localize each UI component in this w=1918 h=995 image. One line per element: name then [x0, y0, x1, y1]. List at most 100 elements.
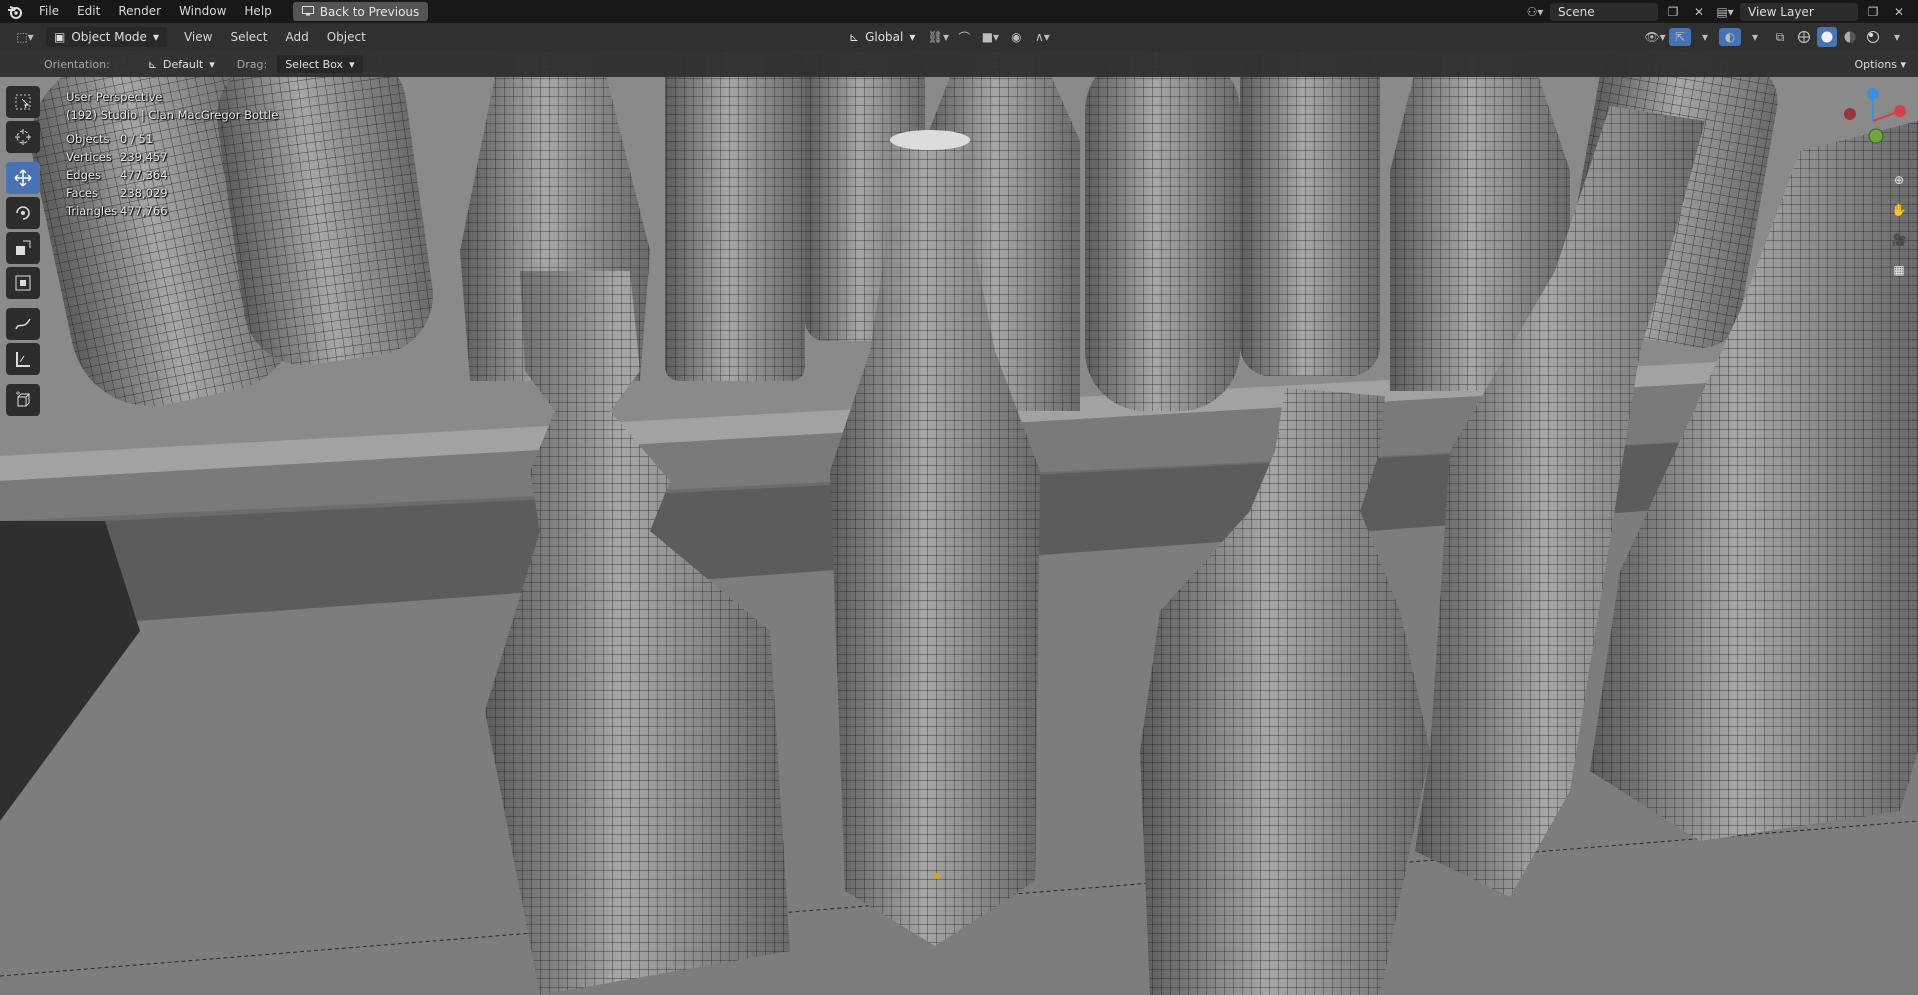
navigation-controls: ⊕ ✋ 🎥 ▦	[1888, 169, 1910, 281]
stat-value: 477,766	[120, 204, 168, 218]
rendered-shading-icon[interactable]	[1863, 27, 1883, 47]
material-shading-icon[interactable]	[1840, 27, 1860, 47]
options-label: Options	[1854, 57, 1897, 71]
stat-value: 477,364	[120, 168, 168, 182]
falloff-curve-icon[interactable]: ∧▾	[1031, 28, 1053, 46]
viewport-display-controls: 👁▾ ⇱ ▾ ◐ ▾ ⧉ ▾	[1644, 26, 1908, 48]
mode-dropdown[interactable]: ▣ Object Mode ▾	[46, 27, 167, 47]
scene-statistics: Objects 0 / 51 Vertices 239,457 Edges 477,3…	[66, 130, 278, 220]
tool-settings-bar: Orientation: ⊾ Default ▾ Drag: Select Bo…	[0, 51, 1918, 77]
drag-value: Select Box	[285, 57, 344, 71]
pivot-point-icon[interactable]: ⛓▾	[927, 28, 949, 46]
copy-scene-icon[interactable]: ❐	[1662, 3, 1684, 21]
stat-row-edges: Edges 477,364	[66, 166, 278, 184]
stat-value: 238,029	[120, 186, 168, 200]
menu-file[interactable]: File	[30, 0, 68, 23]
snap-target-icon[interactable]: ■▾	[979, 28, 1001, 46]
view-layer-selector-icon[interactable]: ▤▾	[1714, 3, 1736, 21]
overlays-options-icon[interactable]: ▾	[1744, 28, 1766, 46]
scene-name: Scene	[1558, 4, 1595, 19]
navigation-gizmo[interactable]	[1838, 86, 1908, 156]
overlays-toggle-icon[interactable]: ◐	[1719, 28, 1741, 46]
wireframe-shading-icon[interactable]	[1794, 27, 1814, 47]
orientation-value: Default	[163, 57, 204, 71]
xray-toggle-icon[interactable]: ⧉	[1769, 28, 1791, 46]
menu-object[interactable]: Object	[318, 30, 375, 44]
orientation-label: Orientation:	[44, 57, 110, 71]
stat-label: Faces	[66, 186, 98, 200]
pan-hand-icon[interactable]: ✋	[1888, 199, 1910, 221]
menu-edit[interactable]: Edit	[68, 0, 109, 23]
cursor-tool-icon[interactable]	[6, 121, 40, 153]
select-box-tool-icon[interactable]	[6, 86, 40, 118]
remove-scene-icon[interactable]: ✕	[1688, 3, 1710, 21]
stat-label: Objects	[66, 132, 110, 146]
menu-help[interactable]: Help	[235, 0, 280, 23]
menu-select[interactable]: Select	[221, 30, 276, 44]
scale-tool-icon[interactable]	[6, 232, 40, 264]
drag-dropdown[interactable]: Select Box ▾	[277, 55, 363, 73]
visibility-icon[interactable]: 👁▾	[1644, 28, 1666, 46]
stat-value: 239,457	[120, 150, 168, 164]
chevron-down-icon: ▾	[909, 30, 916, 44]
orientation-dropdown[interactable]: ⊾ Default ▾	[140, 55, 223, 73]
view-layer-field[interactable]: View Layer	[1740, 2, 1858, 21]
stat-label: Triangles	[66, 204, 118, 218]
stat-row-triangles: Triangles 477,766	[66, 202, 278, 220]
view-name: User Perspective	[66, 90, 163, 104]
editor-type-icon[interactable]: ⬚▾	[10, 28, 40, 46]
ortho-toggle-icon[interactable]: ▦	[1888, 259, 1910, 281]
remove-view-layer-icon[interactable]: ✕	[1888, 3, 1910, 21]
gizmo-toggle-icon[interactable]: ⇱	[1669, 28, 1691, 46]
menu-render[interactable]: Render	[109, 0, 170, 23]
menu-view[interactable]: View	[175, 30, 221, 44]
chevron-down-icon: ▾	[152, 30, 159, 44]
back-to-previous-label: Back to Previous	[319, 4, 420, 19]
orientation-label: Global	[865, 30, 904, 44]
object-info: (192) Studio | Clan MacGregor Bottle	[66, 108, 279, 122]
zoom-icon[interactable]: ⊕	[1888, 169, 1910, 191]
transform-controls: ⊾ Global ▾ ⛓▾ ⌒ ■▾ ◉ ∧▾	[835, 26, 1053, 48]
drag-label: Drag:	[236, 57, 268, 71]
gizmo-options-icon[interactable]: ▾	[1694, 28, 1716, 46]
solid-shading-icon[interactable]	[1817, 27, 1837, 47]
stat-label: Vertices	[66, 150, 112, 164]
move-tool-icon[interactable]	[6, 162, 40, 194]
screen-icon	[301, 5, 314, 19]
workspace-right-controls: ⚇▾ Scene ❐ ✕ ▤▾ View Layer ❐ ✕	[1524, 0, 1918, 23]
scene-selector-icon[interactable]: ⚇▾	[1524, 3, 1546, 21]
3d-viewport[interactable]: User Perspective (192) Studio | Clan Mac…	[0, 51, 1918, 995]
stat-label: Edges	[66, 168, 101, 182]
measure-tool-icon[interactable]	[6, 343, 40, 375]
stat-value: 0 / 51	[120, 132, 154, 146]
transform-tool-icon[interactable]	[6, 267, 40, 299]
top-menubar: File Edit Render Window Help Back to Pre…	[0, 0, 1918, 23]
transform-orientation-dropdown[interactable]: ⊾ Global ▾	[841, 27, 923, 47]
stat-row-vertices: Vertices 239,457	[66, 148, 278, 166]
snap-magnet-icon[interactable]: ⌒	[953, 28, 975, 46]
left-toolbar	[6, 86, 48, 416]
proportional-editing-icon[interactable]: ◉	[1005, 28, 1027, 46]
viewport-info-overlay: User Perspective (192) Studio | Clan Mac…	[66, 88, 278, 220]
scene-name-field[interactable]: Scene	[1550, 2, 1658, 21]
add-cube-tool-icon[interactable]	[6, 384, 40, 416]
options-dropdown[interactable]: Options ▾	[1849, 54, 1912, 74]
rotate-tool-icon[interactable]	[6, 197, 40, 229]
menu-add[interactable]: Add	[276, 30, 317, 44]
copy-view-layer-icon[interactable]: ❐	[1862, 3, 1884, 21]
menu-window[interactable]: Window	[170, 0, 235, 23]
orientation-axes-icon: ⊾	[849, 30, 860, 44]
blender-logo-icon[interactable]	[0, 0, 30, 23]
viewport-scene[interactable]	[0, 51, 1918, 995]
stat-row-faces: Faces 238,029	[66, 184, 278, 202]
chevron-down-icon: ▾	[209, 57, 215, 71]
camera-view-icon[interactable]: 🎥	[1888, 229, 1910, 251]
origin-point	[934, 873, 940, 879]
back-to-previous-button[interactable]: Back to Previous	[292, 2, 429, 21]
shading-options-icon[interactable]: ▾	[1886, 28, 1908, 46]
chevron-down-icon: ▾	[1896, 57, 1906, 71]
mode-label: Object Mode	[71, 30, 147, 44]
annotate-tool-icon[interactable]	[6, 308, 40, 340]
object-mode-icon: ▣	[54, 30, 66, 44]
stat-row-objects: Objects 0 / 51	[66, 130, 278, 148]
